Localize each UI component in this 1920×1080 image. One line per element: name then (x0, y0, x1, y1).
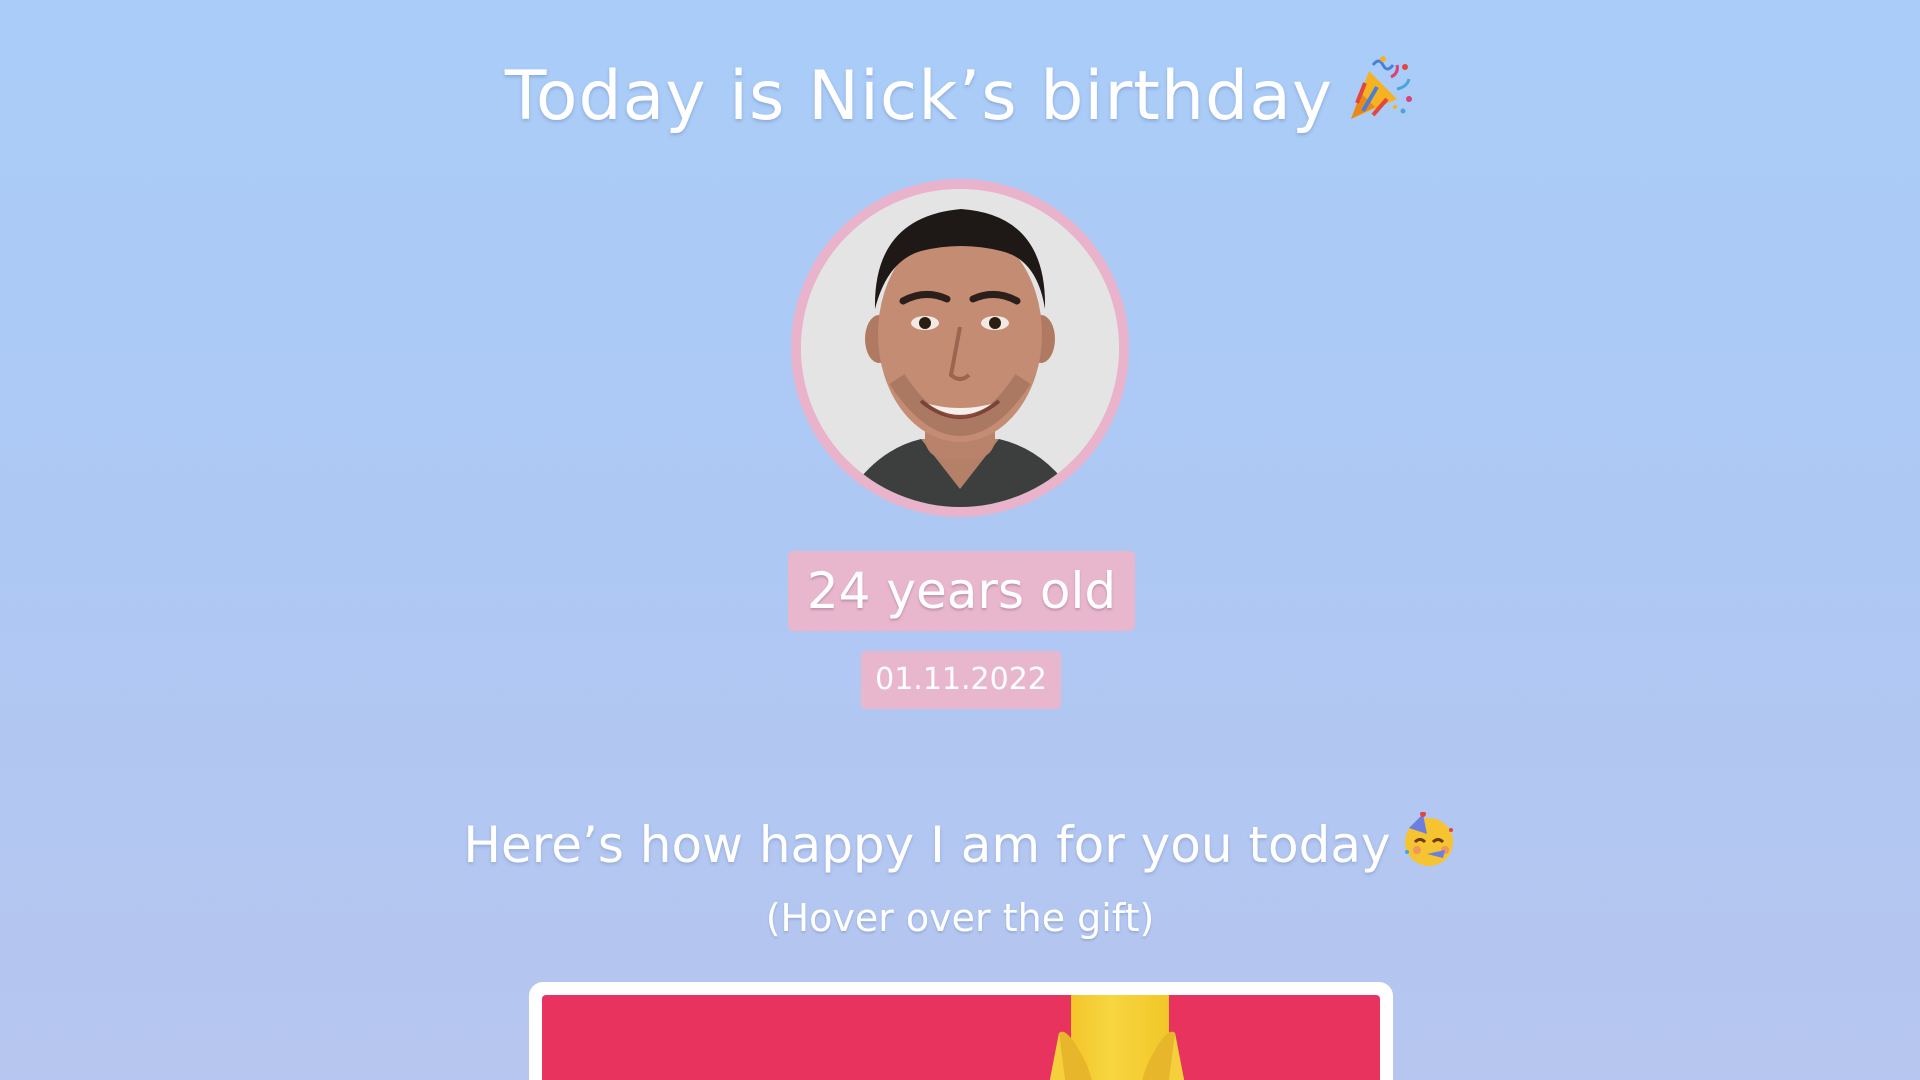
partying-face-icon (1401, 810, 1457, 886)
happy-message: Here’s how happy I am for you today (0, 810, 1920, 886)
page-title: Today is Nick’s birthday (0, 52, 1920, 148)
date-badge: 01.11.2022 (861, 651, 1061, 709)
page-title-text: Today is Nick’s birthday (504, 57, 1334, 136)
party-popper-icon (1343, 53, 1415, 148)
gift-box-icon[interactable] (542, 995, 1380, 1080)
avatar-ring (791, 179, 1129, 517)
hover-hint: (Hover over the gift) (765, 896, 1155, 940)
birthday-page: Today is Nick’s birthday 24 years old 01… (0, 0, 1920, 1080)
age-badge: 24 years old (788, 551, 1135, 631)
avatar (801, 189, 1119, 507)
gift-bow-icon (1049, 1031, 1185, 1080)
gift-card[interactable] (529, 982, 1393, 1080)
happy-message-text: Here’s how happy I am for you today (463, 816, 1391, 874)
